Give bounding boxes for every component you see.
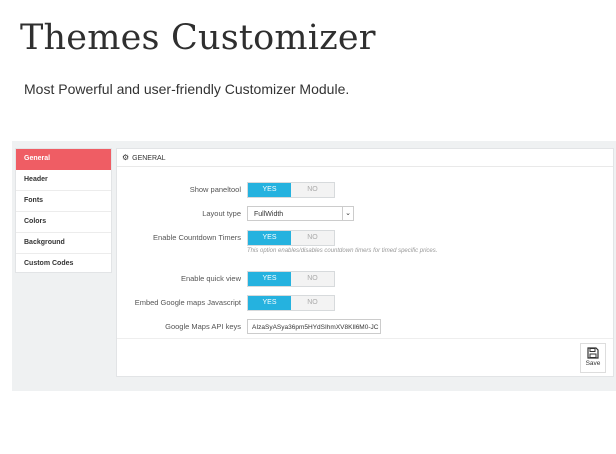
google-maps-js-yes[interactable]: YES [248,296,291,310]
chevron-down-icon: ⌄ [342,207,353,220]
settings-sidebar: General Header Fonts Colors Background C… [15,148,112,273]
countdown-toggle[interactable]: YES NO [247,230,335,246]
quick-view-no[interactable]: NO [291,272,334,286]
sidebar-item-background[interactable]: Background [16,233,111,254]
sidebar-item-header[interactable]: Header [16,170,111,191]
panel-heading-label: GENERAL [132,155,166,162]
panel-heading: ⚙ GENERAL [117,149,613,167]
layout-type-value: FullWidth [254,211,284,218]
google-maps-js-label: Embed Google maps Javascript [134,298,241,307]
customizer-screenshot: General Header Fonts Colors Background C… [12,141,616,391]
sidebar-item-general[interactable]: General [16,149,111,170]
layout-type-select[interactable]: FullWidth ⌄ [247,206,354,221]
show-paneltool-toggle[interactable]: YES NO [247,182,335,198]
floppy-disk-icon [587,347,599,359]
api-keys-label: Google Maps API keys [165,322,241,331]
panel-footer-divider [117,338,613,339]
quick-view-label: Enable quick view [180,274,241,283]
show-paneltool-label: Show paneltool [189,185,241,194]
countdown-no[interactable]: NO [291,231,334,245]
gear-icon: ⚙ [122,153,130,162]
save-button[interactable]: Save [580,343,606,373]
show-paneltool-yes[interactable]: YES [248,183,291,197]
save-label: Save [585,360,601,367]
countdown-yes[interactable]: YES [248,231,291,245]
page-title: Themes Customizer [20,18,376,58]
sidebar-item-custom-codes[interactable]: Custom Codes [16,254,111,274]
show-paneltool-no[interactable]: NO [291,183,334,197]
quick-view-toggle[interactable]: YES NO [247,271,335,287]
api-keys-input[interactable]: AIzaSyASya36pm5HYdSIhmXV8KIl6M0-JC [247,319,381,334]
countdown-hint: This option enables/disables countdown t… [247,248,438,254]
countdown-label: Enable Countdown Timers [153,233,241,242]
sidebar-item-colors[interactable]: Colors [16,212,111,233]
sidebar-item-fonts[interactable]: Fonts [16,191,111,212]
google-maps-js-no[interactable]: NO [291,296,334,310]
quick-view-yes[interactable]: YES [248,272,291,286]
page-subtitle: Most Powerful and user-friendly Customiz… [24,81,350,97]
layout-type-label: Layout type [202,209,241,218]
google-maps-js-toggle[interactable]: YES NO [247,295,335,311]
general-settings-panel: ⚙ GENERAL Show paneltool YES NO Layout t… [116,148,614,377]
